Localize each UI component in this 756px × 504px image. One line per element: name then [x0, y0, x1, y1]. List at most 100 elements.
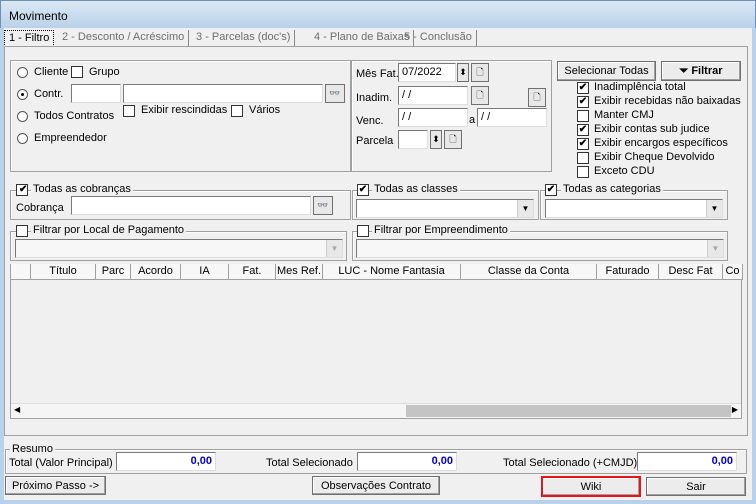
scroll-left-icon[interactable]: ◀ [14, 405, 20, 414]
radio-cliente[interactable] [17, 67, 28, 78]
column-header[interactable]: LUC - Nome Fantasia [323, 264, 461, 280]
option-checkbox[interactable]: ✔ [577, 96, 589, 108]
clear-page-icon[interactable]: 🗋 [471, 63, 489, 82]
checkbox-todas-classes[interactable]: ✔ [357, 184, 369, 196]
label-mes-fat: Mês Fat. [356, 68, 399, 80]
column-header[interactable]: Classe da Conta [461, 264, 597, 280]
label-local-pagamento: Filtrar por Local de Pagamento [31, 224, 187, 236]
parcela-input[interactable] [398, 130, 428, 149]
chevron-down-icon: ▼ [517, 200, 533, 217]
clear-page-icon[interactable]: 🗋 [528, 88, 546, 107]
binoculars-search-icon[interactable]: 👓 [313, 196, 333, 215]
option-label: Exibir Cheque Devolvido [594, 151, 715, 163]
proximo-passo-button[interactable]: Próximo Passo -> [5, 476, 106, 495]
column-header[interactable]: IA [181, 264, 229, 280]
checkbox-empreendimento[interactable] [357, 225, 369, 237]
categorias-select[interactable]: ▼ [545, 199, 723, 218]
tab-filtro[interactable]: 1 - Filtro [4, 30, 55, 47]
checkbox-varios[interactable] [231, 105, 243, 117]
filtrar-button[interactable]: ⏷ Filtrar [661, 61, 741, 81]
chevron-down-icon: ▼ [326, 240, 342, 257]
label-exibir-rescindidas: Exibir rescindidas [141, 104, 228, 116]
contract-name-input[interactable] [123, 84, 323, 103]
classes-select[interactable]: ▼ [356, 199, 534, 218]
checkbox-exibir-rescindidas[interactable] [123, 105, 135, 117]
label-total-selecionado-cmjd: Total Selecionado (+CMJD) [503, 457, 638, 469]
spinner-icon[interactable]: ⬍ [457, 63, 469, 82]
column-header[interactable]: Parc [96, 264, 131, 280]
total-selecionado-value: 0,00 [357, 452, 457, 471]
column-header[interactable]: Acordo [131, 264, 181, 280]
option-checkbox[interactable]: ✔ [577, 82, 589, 94]
label-total: Total (Valor Principal) [9, 457, 113, 469]
option-checkbox[interactable]: ✔ [577, 138, 589, 150]
radio-empreendedor[interactable] [17, 133, 28, 144]
tab-parcelas[interactable]: 3 - Parcelas (doc's) [192, 30, 296, 47]
observacoes-contrato-button[interactable]: Observações Contrato [312, 476, 440, 495]
option-label: Exibir recebidas não baixadas [594, 95, 741, 107]
checkbox-local-pagamento[interactable] [16, 225, 28, 237]
label-venc: Venc. [356, 115, 384, 127]
label-inadim: Inadim. [356, 92, 393, 104]
spinner-icon[interactable]: ⬍ [430, 130, 442, 149]
binoculars-search-icon[interactable]: 👓 [325, 84, 345, 103]
title-bar: Movimento [0, 0, 756, 28]
resumo-title: Resumo [10, 443, 55, 455]
option-label: Exibir encargos específicos [594, 137, 728, 149]
window-title: Movimento [9, 9, 68, 23]
column-header[interactable]: Título [31, 264, 96, 280]
checkbox-todas-cobrancas[interactable]: ✔ [16, 184, 28, 196]
clear-page-icon[interactable]: 🗋 [471, 86, 489, 105]
venc-to-input[interactable]: / / [477, 108, 547, 127]
label-cliente: Cliente [34, 66, 69, 78]
option-label: Exibir contas sub judice [594, 123, 710, 135]
option-checkbox[interactable]: ✔ [577, 124, 589, 136]
radio-todos-contratos[interactable] [17, 111, 28, 122]
label-varios: Vários [249, 104, 281, 116]
column-header[interactable]: Faturado [597, 264, 659, 280]
filtrar-label: Filtrar [691, 65, 723, 77]
option-label: Manter CMJ [594, 109, 654, 121]
contract-code-input[interactable] [71, 84, 121, 103]
label-contr: Contr. [34, 88, 64, 100]
label-todas-categorias: Todas as categorias [561, 183, 663, 195]
label-parcela: Parcela [356, 135, 394, 147]
inadim-input[interactable]: / / [398, 86, 468, 105]
column-header[interactable]: Mes Ref. [276, 264, 323, 280]
option-checkbox[interactable] [577, 166, 589, 178]
cobranca-input[interactable] [71, 196, 311, 215]
mes-fat-input[interactable]: 07/2022 [398, 63, 456, 82]
checkbox-todas-categorias[interactable]: ✔ [545, 184, 557, 196]
checkbox-grupo[interactable] [71, 66, 83, 78]
total-selecionado-cmjd-value: 0,00 [637, 452, 737, 471]
selecionar-todas-button[interactable]: Selecionar Todas [557, 61, 656, 81]
tab-conclusao[interactable]: 5 - Conclusão [400, 30, 477, 47]
label-todas-classes: Todas as classes [372, 183, 460, 195]
column-header[interactable]: Co [723, 264, 743, 280]
funnel-icon: ⏷ [679, 65, 692, 77]
venc-from-input[interactable]: / / [398, 108, 468, 127]
label-empreendimento: Filtrar por Empreendimento [372, 224, 510, 236]
column-header[interactable]: Desc Fat [659, 264, 723, 280]
horizontal-scrollbar[interactable]: ◀ ▶ [11, 403, 741, 418]
results-grid[interactable] [10, 264, 742, 419]
sair-button[interactable]: Sair [646, 477, 746, 496]
option-label: Exceto CDU [594, 165, 655, 177]
label-todas-cobrancas: Todas as cobranças [31, 183, 133, 195]
chevron-down-icon: ▼ [706, 200, 722, 217]
wiki-button[interactable]: Wiki [541, 476, 641, 497]
empreendimento-select[interactable]: ▼ [356, 239, 724, 258]
scroll-right-icon[interactable]: ▶ [732, 405, 738, 414]
clear-page-icon[interactable]: 🗋 [444, 130, 462, 149]
tab-desconto[interactable]: 2 - Desconto / Acréscimo [58, 30, 190, 47]
option-checkbox[interactable] [577, 152, 589, 164]
column-header[interactable]: Fat. [229, 264, 276, 280]
column-header[interactable] [11, 264, 31, 280]
scrollbar-thumb[interactable] [406, 405, 731, 417]
label-a: a [469, 114, 476, 126]
radio-contr[interactable] [17, 89, 28, 100]
chevron-down-icon: ▼ [707, 240, 723, 257]
local-pagamento-select[interactable]: ▼ [15, 239, 343, 258]
tab-plano-baixas[interactable]: 4 - Plano de Baixas [310, 30, 415, 47]
option-checkbox[interactable] [577, 110, 589, 122]
